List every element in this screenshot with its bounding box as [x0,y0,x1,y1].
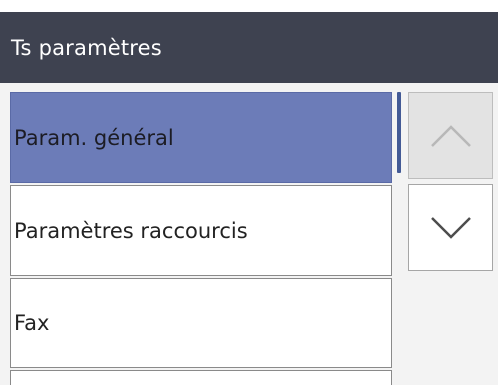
menu-item-label: Param. général [14,125,174,150]
settings-menu: Param. général Paramètres raccourcis Fax [0,83,498,385]
header: Ts paramètres [0,0,498,83]
menu-item-param-general[interactable]: Param. général [10,92,392,183]
menu-item-label: Paramètres raccourcis [14,218,248,243]
scroll-indicator [397,92,401,173]
settings-screen: Ts paramètres Param. général Paramètres … [0,0,498,385]
chevron-up-icon [429,123,473,149]
page-title: Ts paramètres [11,35,162,60]
title-bar: Ts paramètres [0,12,498,83]
chevron-down-icon [429,215,473,241]
menu-item-partial[interactable] [10,370,392,385]
scroll-up-button[interactable] [408,92,493,179]
menu-item-parametres-raccourcis[interactable]: Paramètres raccourcis [10,185,392,276]
menu-item-label: Fax [14,311,50,335]
scroll-down-button[interactable] [408,184,493,271]
menu-item-fax[interactable]: Fax [10,278,392,368]
